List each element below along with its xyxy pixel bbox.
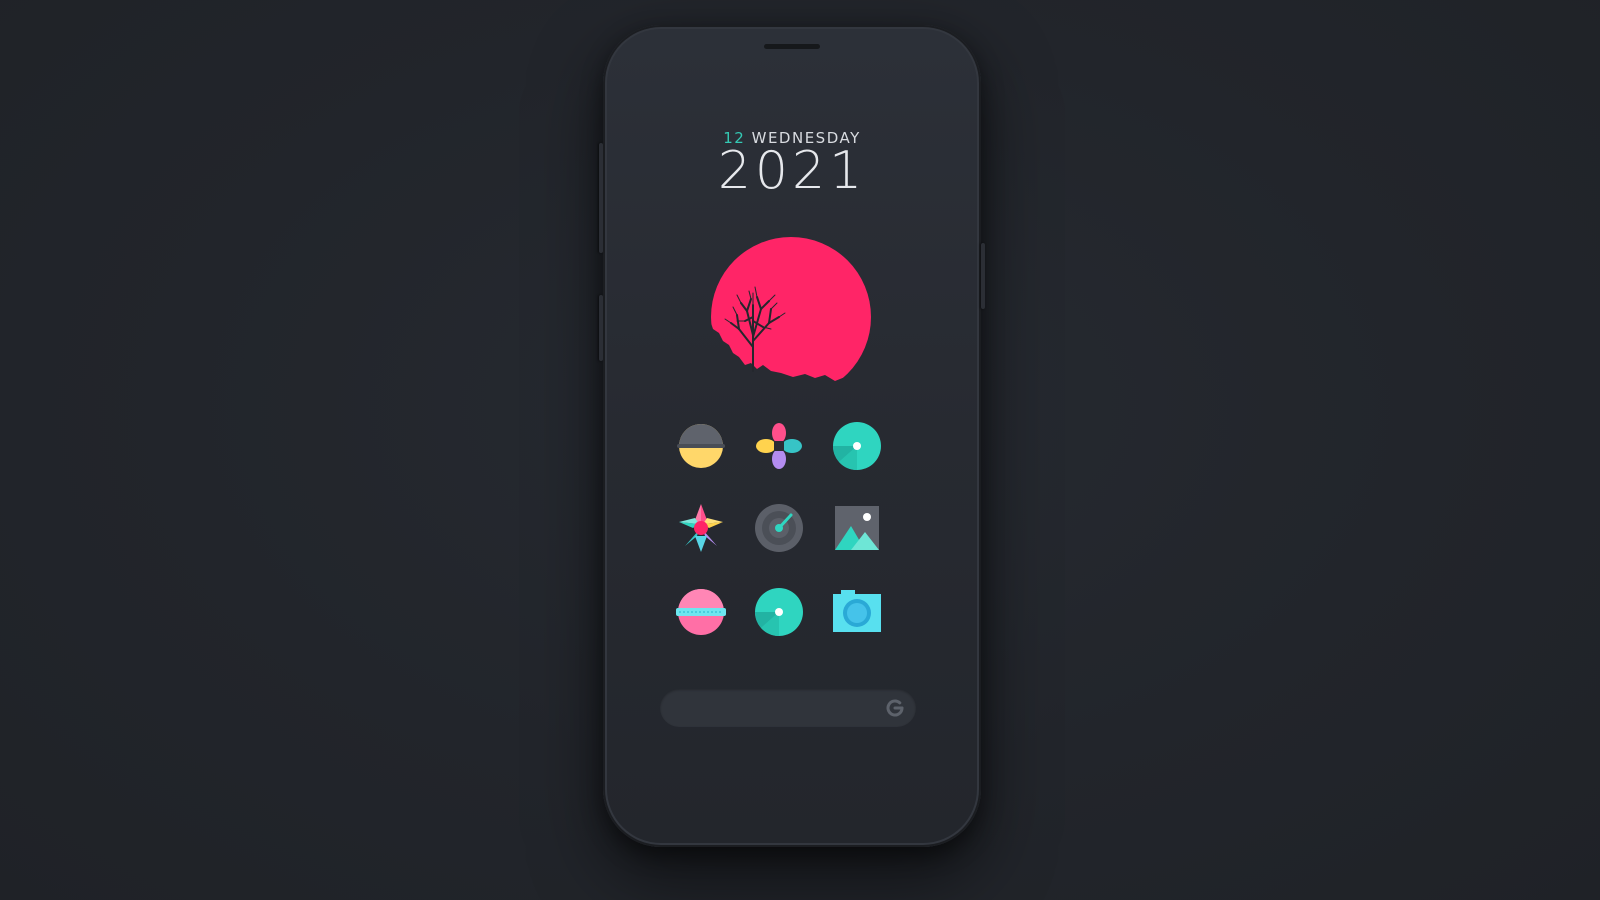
globe-icon[interactable] <box>675 586 727 638</box>
phone-bixby-button <box>599 295 603 361</box>
disc-icon[interactable] <box>753 586 805 638</box>
music-disc-icon[interactable] <box>831 420 883 472</box>
gallery-icon[interactable] <box>831 502 883 554</box>
phone-power-button <box>981 243 985 309</box>
desktop-background: 12 WEDNESDAY 2021 <box>0 0 1600 900</box>
google-g-icon[interactable] <box>884 697 906 719</box>
camera-icon[interactable] <box>831 586 883 638</box>
radar-icon[interactable] <box>753 502 805 554</box>
helmet-icon[interactable] <box>675 420 727 472</box>
phone-speaker <box>764 44 820 49</box>
pinwheel-icon[interactable] <box>753 420 805 472</box>
red-sun-tree-icon[interactable] <box>707 237 875 387</box>
photos-flower-icon[interactable] <box>675 502 727 554</box>
phone-mockup: 12 WEDNESDAY 2021 <box>599 25 985 847</box>
year-label: 2021 <box>717 141 867 201</box>
search-bar[interactable] <box>660 689 916 727</box>
